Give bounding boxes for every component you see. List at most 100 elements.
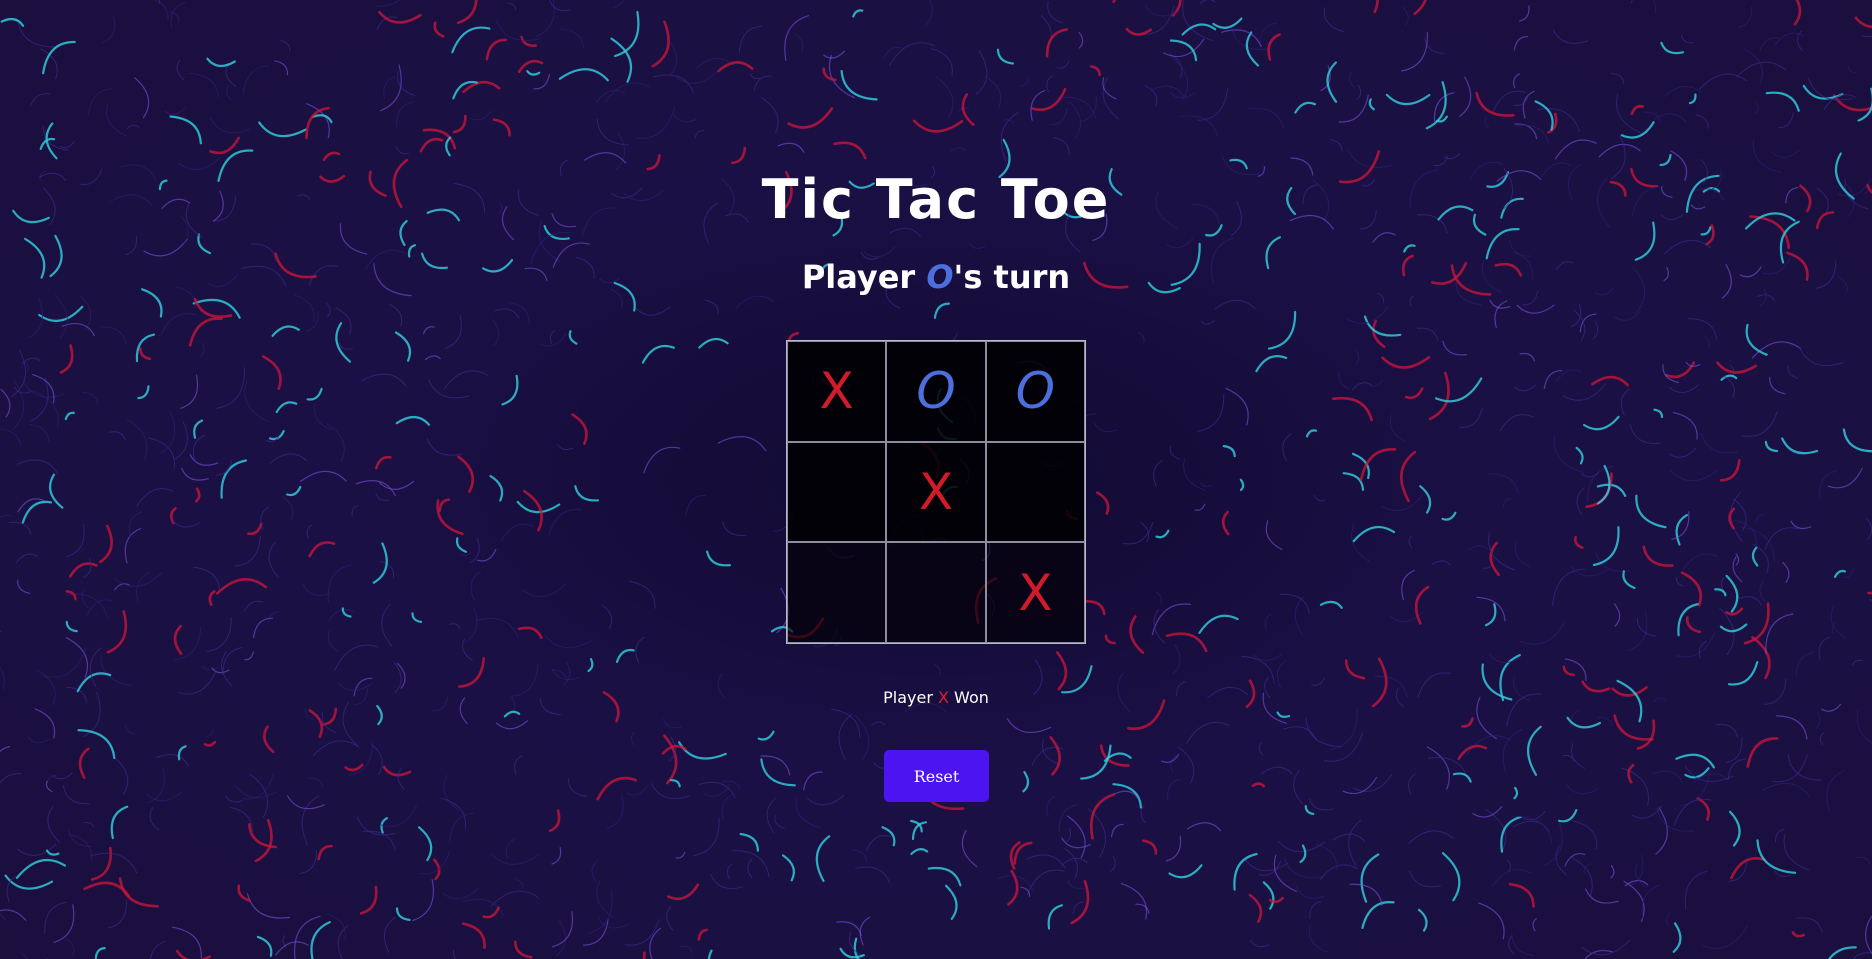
particle-strand <box>722 780 741 790</box>
particle-strand <box>698 337 729 349</box>
particle-strand <box>1572 820 1598 850</box>
particle-strand <box>25 361 29 373</box>
particle-strand <box>1344 659 1366 680</box>
particle-strand <box>1520 621 1566 645</box>
particle-strand <box>337 925 349 959</box>
particle-strand <box>855 866 891 884</box>
cell-1-0[interactable] <box>787 441 887 543</box>
particle-strand <box>1409 870 1442 888</box>
particle-strand <box>1675 753 1715 769</box>
cell-2-1[interactable] <box>886 542 986 643</box>
particle-strand <box>1716 723 1738 738</box>
particle-strand <box>1359 448 1397 481</box>
particle-strand <box>1778 112 1794 129</box>
particle-strand <box>549 330 556 344</box>
particle-strand <box>807 794 845 806</box>
particle-strand <box>1109 855 1116 873</box>
particle-strand <box>0 631 2 633</box>
reset-button[interactable]: Reset <box>884 750 989 802</box>
particle-strand <box>517 59 544 73</box>
turn-prefix: Player <box>801 258 927 296</box>
particle-strand <box>53 904 75 943</box>
particle-strand <box>1652 113 1687 123</box>
particle-strand <box>160 313 197 335</box>
particle-strand <box>596 118 629 146</box>
particle-strand <box>1061 837 1091 849</box>
result-message: Player X Won <box>0 688 1872 707</box>
particle-strand <box>1478 902 1505 940</box>
particle-strand <box>305 311 319 332</box>
particle-strand <box>268 430 285 441</box>
particle-strand <box>188 72 219 98</box>
particle-strand <box>64 411 75 421</box>
particle-strand <box>500 523 535 542</box>
particle-strand <box>1772 753 1808 783</box>
particle-strand <box>22 357 41 365</box>
particle-strand <box>515 879 524 890</box>
particle-strand <box>651 20 670 68</box>
particle-strand <box>253 617 273 638</box>
particle-strand <box>1787 754 1822 781</box>
particle-strand <box>558 68 609 82</box>
particle-strand <box>209 117 251 134</box>
cell-0-1[interactable]: O <box>886 341 986 442</box>
particle-strand <box>270 453 308 464</box>
cell-1-1[interactable]: X <box>886 441 986 543</box>
particle-strand <box>106 610 128 654</box>
particle-strand <box>258 121 307 138</box>
particle-strand <box>462 81 501 94</box>
particle-strand <box>1534 100 1554 131</box>
particle-strand <box>1764 527 1798 550</box>
particle-strand <box>396 101 414 128</box>
particle-strand <box>678 741 727 760</box>
particle-strand <box>1309 901 1322 919</box>
particle-strand <box>1368 98 1375 111</box>
particle-strand <box>1112 783 1142 809</box>
particle-strand <box>1056 60 1070 69</box>
particle-strand <box>317 844 333 861</box>
particle-strand <box>935 76 954 118</box>
particle-strand <box>1819 732 1824 746</box>
particle-strand <box>29 424 50 442</box>
particle-strand <box>1231 28 1268 51</box>
particle-strand <box>984 76 1002 108</box>
particle-strand <box>308 541 336 558</box>
particle-strand <box>945 884 958 920</box>
particle-strand <box>38 305 84 323</box>
particle-strand <box>407 244 416 258</box>
particle-strand <box>1264 614 1272 631</box>
particle-strand <box>1571 857 1593 897</box>
particle-strand <box>299 850 318 875</box>
particle-strand <box>1183 458 1206 491</box>
particle-strand <box>1046 796 1055 817</box>
particle-strand <box>173 624 183 655</box>
particle-strand <box>261 355 282 390</box>
particle-strand <box>629 580 656 609</box>
cell-0-0[interactable]: X <box>787 341 887 442</box>
particle-strand <box>1441 852 1461 902</box>
particle-strand <box>1476 596 1506 622</box>
particle-strand <box>1360 853 1380 903</box>
particle-strand <box>209 136 240 155</box>
cell-1-2[interactable] <box>985 441 1085 543</box>
particle-strand <box>1432 560 1451 566</box>
particle-strand <box>838 714 853 761</box>
particle-strand <box>1389 414 1407 443</box>
particle-strand <box>1475 91 1515 117</box>
particle-strand <box>1186 721 1230 744</box>
particle-strand <box>774 814 785 830</box>
particle-strand <box>1428 371 1450 421</box>
particle-strand <box>43 648 87 678</box>
particle-strand <box>419 137 444 153</box>
particle-strand <box>1323 732 1363 762</box>
particle-strand <box>1172 644 1181 675</box>
particle-strand <box>1628 610 1648 651</box>
particle-strand <box>226 85 232 101</box>
particle-strand <box>635 106 676 139</box>
particle-strand <box>143 238 188 257</box>
particle-strand <box>1214 299 1256 310</box>
cell-0-2[interactable]: O <box>985 341 1085 442</box>
particle-strand <box>1049 736 1061 776</box>
cell-2-2[interactable]: X <box>985 542 1085 643</box>
cell-2-0[interactable] <box>787 542 887 643</box>
